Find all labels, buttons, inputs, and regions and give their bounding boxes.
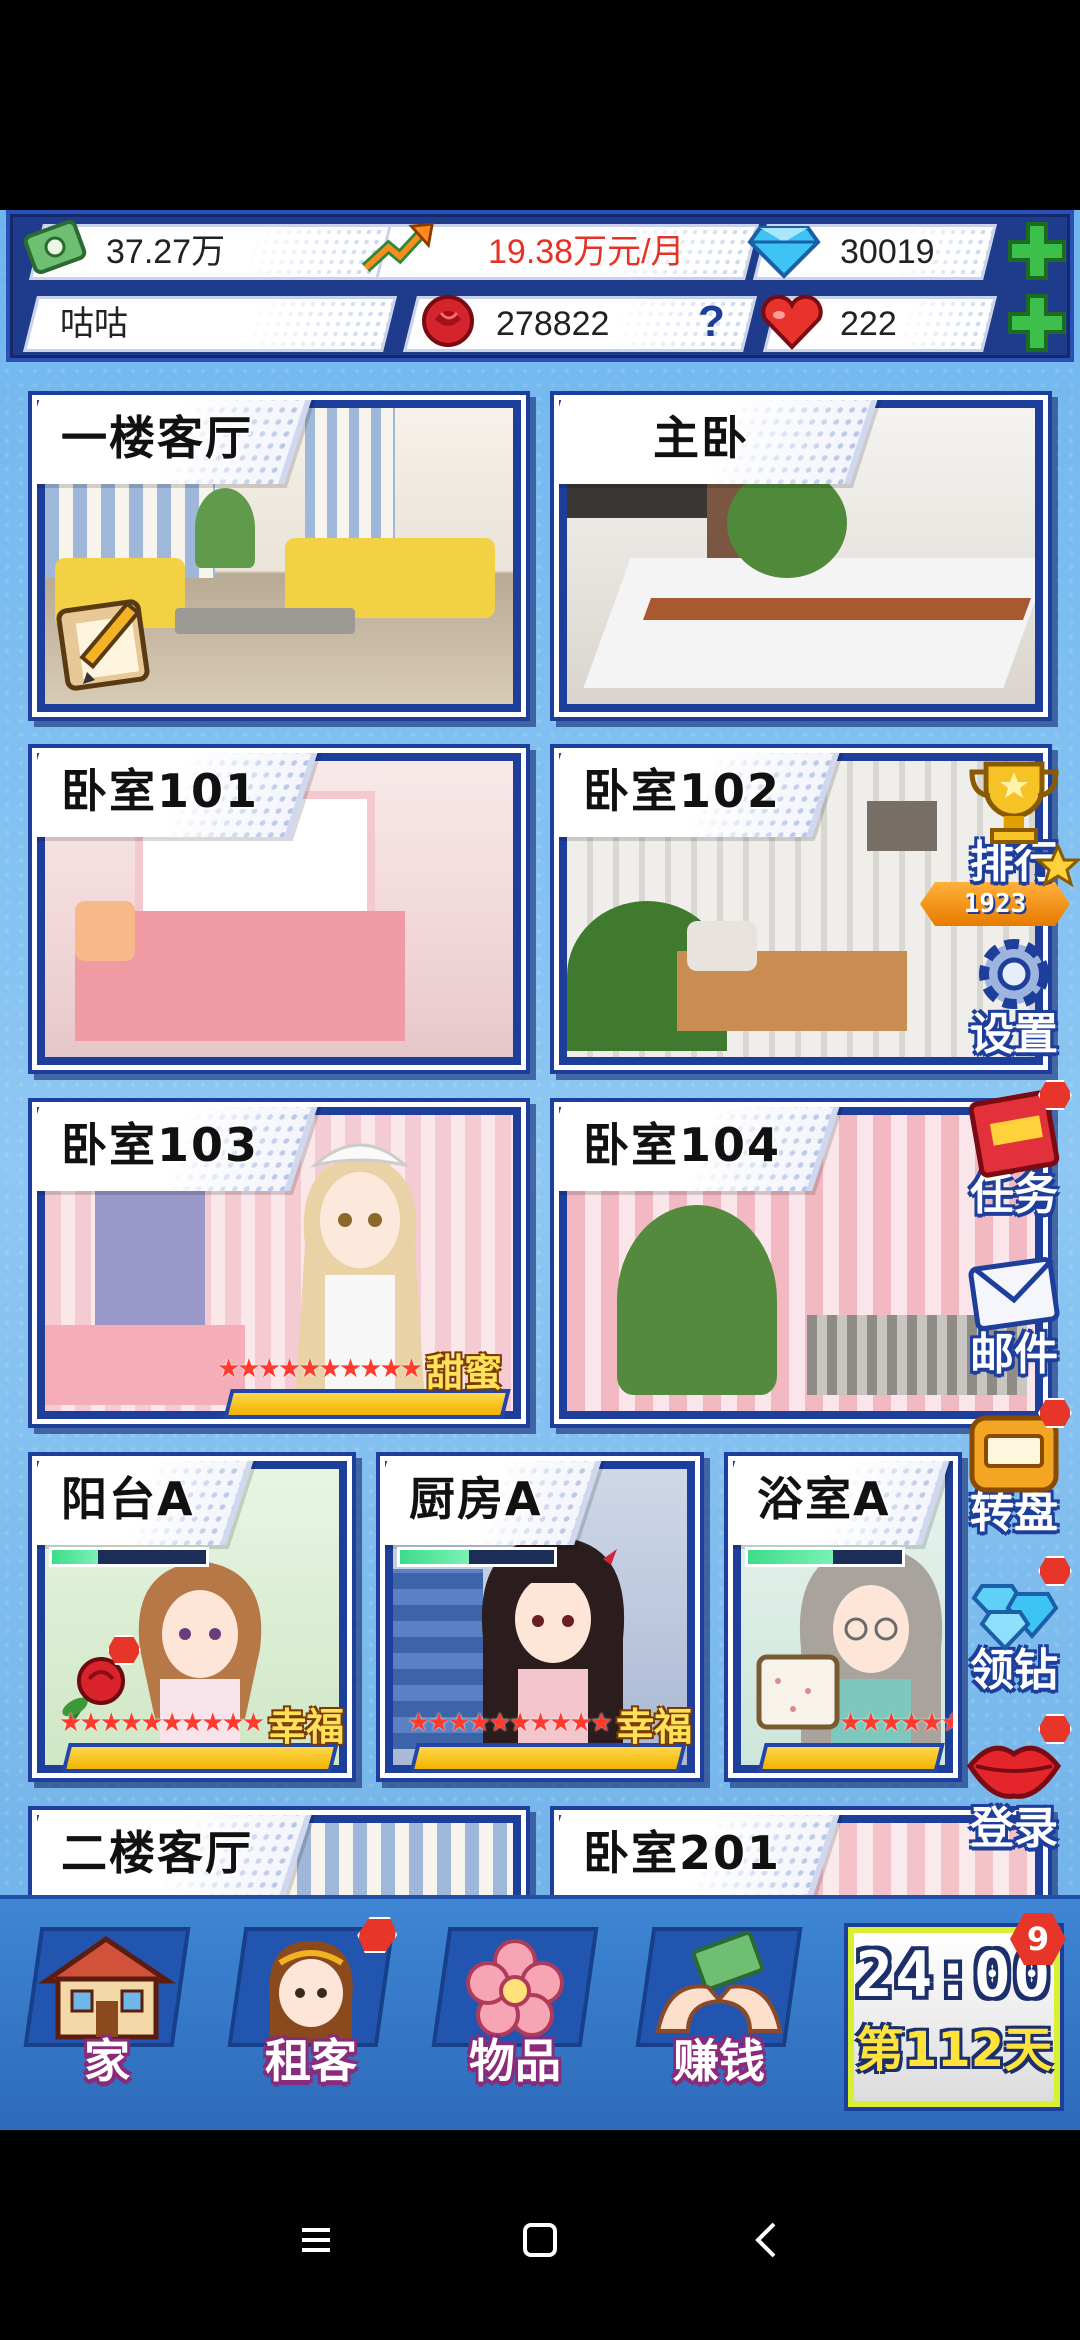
towel-icon[interactable] [753,1651,843,1735]
player-name: 咕咕 [60,305,128,343]
money-value: 37.27万 [106,233,226,271]
nav-earn-button[interactable]: 赚钱 [634,1927,804,2117]
happiness-status: ★★★★★★★★★★ 幸福 [59,1703,344,1749]
rating-stars: ★★★★★★★★★★ [217,1354,423,1384]
income-trend-icon [360,218,436,278]
room-label: 阳台A [37,1461,256,1545]
room-card-balcony-a[interactable]: 阳台A ★★★★★★★★★★ 幸福 [32,1456,352,1778]
mood-label: 幸福 [268,1704,345,1749]
menu-icon[interactable] [286,2210,346,2270]
energy-bar [49,1547,209,1567]
room-label: 卧室101 [37,753,320,837]
claim-diamond-button[interactable]: 领钻 [956,1556,1072,1698]
room-card-master-bedroom[interactable]: 主卧 [554,395,1048,717]
happiness-status: ★★★★★★★★★★ 幸福 [407,1703,692,1749]
rating-stars: ★★★★★★★★★★ [839,1708,953,1738]
game-screen: 37.27万 19.38万元/月 30019 咕咕 278822 ? 222 一… [0,210,1080,2130]
rent-progress-bar [757,1743,945,1773]
room-label: 主卧 [559,400,880,484]
nav-items-label: 物品 [469,2034,561,2088]
rose-value: 278822 [496,305,610,343]
login-button[interactable]: 登录 [956,1714,1072,1856]
notepad-pencil-icon[interactable] [53,590,157,694]
rating-stars: ★★★★★★★★★★ [59,1708,265,1738]
happiness-status: ★★★★★★★★★★ 甜蜜 [217,1349,502,1395]
bottom-nav: 家 租客 物品 赚钱 24:00 第112天 9 [0,1895,1080,2130]
settings-button[interactable]: 设置 [956,930,1072,1062]
room-card-kitchen-a[interactable]: 厨房A ★★★★★★★★★★ 幸福 [380,1456,700,1778]
add-heart-button[interactable] [1006,292,1068,354]
energy-bar [397,1547,557,1567]
rating-stars: ★★★★★★★★★★ [407,1708,613,1738]
home-square-icon[interactable] [510,2210,570,2270]
energy-bar [745,1547,905,1567]
nav-items-button[interactable]: 物品 [430,1927,600,2117]
back-icon[interactable] [738,2210,798,2270]
room-label: 卧室103 [37,1107,320,1191]
mail-button[interactable]: 邮件 [956,1250,1072,1382]
happiness-status: ★★★★★★★★★★ [839,1703,953,1743]
room-label: 二楼客厅 [37,1815,314,1899]
room-card-bathroom-a[interactable]: 浴室A ★★★★★★★★★★ [728,1456,958,1778]
nav-tenants-label: 租客 [265,2034,357,2088]
rose-icon [410,292,486,352]
gear-icon [962,930,1066,1018]
help-button[interactable]: ? [698,294,725,350]
day-clock[interactable]: 24:00 第112天 9 [848,1913,1066,2107]
heart-value: 222 [840,305,897,343]
nav-tenants-button[interactable]: 租客 [226,1927,396,2117]
add-diamond-button[interactable] [1006,220,1068,282]
diamond-value: 30019 [840,233,935,271]
task-book-icon [962,1080,1072,1178]
room-card-living-1f[interactable]: 一楼客厅 [32,395,526,717]
trophy-icon [962,758,1066,846]
room-label: 卧室102 [559,753,842,837]
heart-icon [754,292,830,352]
room-label: 卧室201 [559,1815,842,1899]
mood-label: 甜蜜 [426,1350,503,1395]
mood-label: 幸福 [616,1704,693,1749]
envelope-icon [962,1250,1066,1338]
room-label: 厨房A [385,1461,604,1545]
clock-day: 第112天 [855,2022,1053,2078]
tasks-button[interactable]: 任务 [956,1080,1072,1222]
room-label: 卧室104 [559,1107,842,1191]
room-label: 一楼客厅 [37,400,314,484]
diamond-icon [746,220,822,280]
wheel-button[interactable]: 转盘 [956,1398,1072,1540]
status-header: 37.27万 19.38万元/月 30019 咕咕 278822 ? 222 [6,210,1074,362]
nav-home-button[interactable]: 家 [22,1927,192,2117]
system-nav-bar [0,2130,1080,2340]
star-icon [1034,842,1080,888]
nav-earn-label: 赚钱 [673,2034,765,2088]
diamond-pile-icon [962,1556,1072,1654]
nav-home-label: 家 [84,2034,130,2088]
slot-machine-icon [962,1398,1072,1496]
money-icon [18,220,94,280]
lips-icon [962,1714,1072,1812]
room-label: 浴室A [733,1461,952,1545]
room-card-bedroom-101[interactable]: 卧室101 [32,748,526,1070]
room-card-bedroom-103[interactable]: 卧室103 ★★★★★★★★★★ 甜蜜 [32,1102,526,1424]
income-value: 19.38万元/月 [488,233,685,271]
